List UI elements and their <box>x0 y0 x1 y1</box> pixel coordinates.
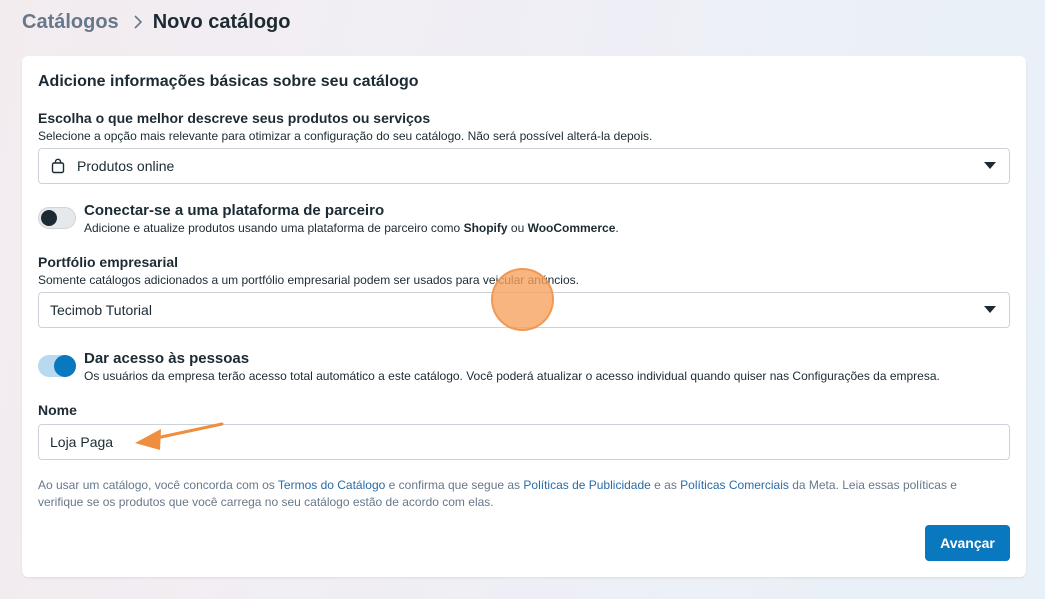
catalog-terms-link[interactable]: Termos do Catálogo <box>278 478 385 492</box>
chevron-right-icon <box>133 15 143 29</box>
arrow-annotation-icon <box>135 422 224 450</box>
people-access-toggle[interactable] <box>38 355 76 377</box>
click-indicator <box>491 268 554 331</box>
terms-text: Ao usar um catálogo, você concorda com o… <box>38 478 957 509</box>
product-type-help: Selecione a opção mais relevante para ot… <box>38 129 653 143</box>
next-button[interactable]: Avançar <box>925 525 1010 561</box>
product-type-select[interactable]: Produtos online <box>38 148 1010 184</box>
caret-down-icon <box>984 306 996 313</box>
portfolio-label: Portfólio empresarial <box>38 254 179 270</box>
page-title: Novo catálogo <box>152 10 291 33</box>
toggle-knob <box>41 210 57 226</box>
people-access-title: Dar acesso às pessoas <box>84 350 250 367</box>
product-type-value: Produtos online <box>77 158 175 174</box>
commerce-policies-link[interactable]: Políticas Comerciais <box>680 478 789 492</box>
breadcrumb-catalogs-link[interactable]: Catálogos <box>22 11 119 34</box>
shopping-bag-icon <box>50 158 66 174</box>
product-type-label: Escolha o que melhor descreve seus produ… <box>38 110 431 126</box>
caret-down-icon <box>984 162 996 169</box>
breadcrumb: Catálogos Novo catálogo <box>22 9 290 35</box>
card-title: Adicione informações básicas sobre seu c… <box>38 73 419 90</box>
name-label: Nome <box>38 402 77 418</box>
partner-platform-help: Adicione e atualize produtos usando uma … <box>84 221 619 235</box>
people-access-help: Os usuários da empresa terão acesso tota… <box>84 369 940 383</box>
partner-platform-title: Conectar-se a uma plataforma de parceiro <box>84 202 385 219</box>
partner-platform-toggle[interactable] <box>38 207 76 229</box>
toggle-knob <box>54 355 76 377</box>
portfolio-value: Tecimob Tutorial <box>50 302 152 318</box>
advertising-policies-link[interactable]: Políticas de Publicidade <box>523 478 650 492</box>
